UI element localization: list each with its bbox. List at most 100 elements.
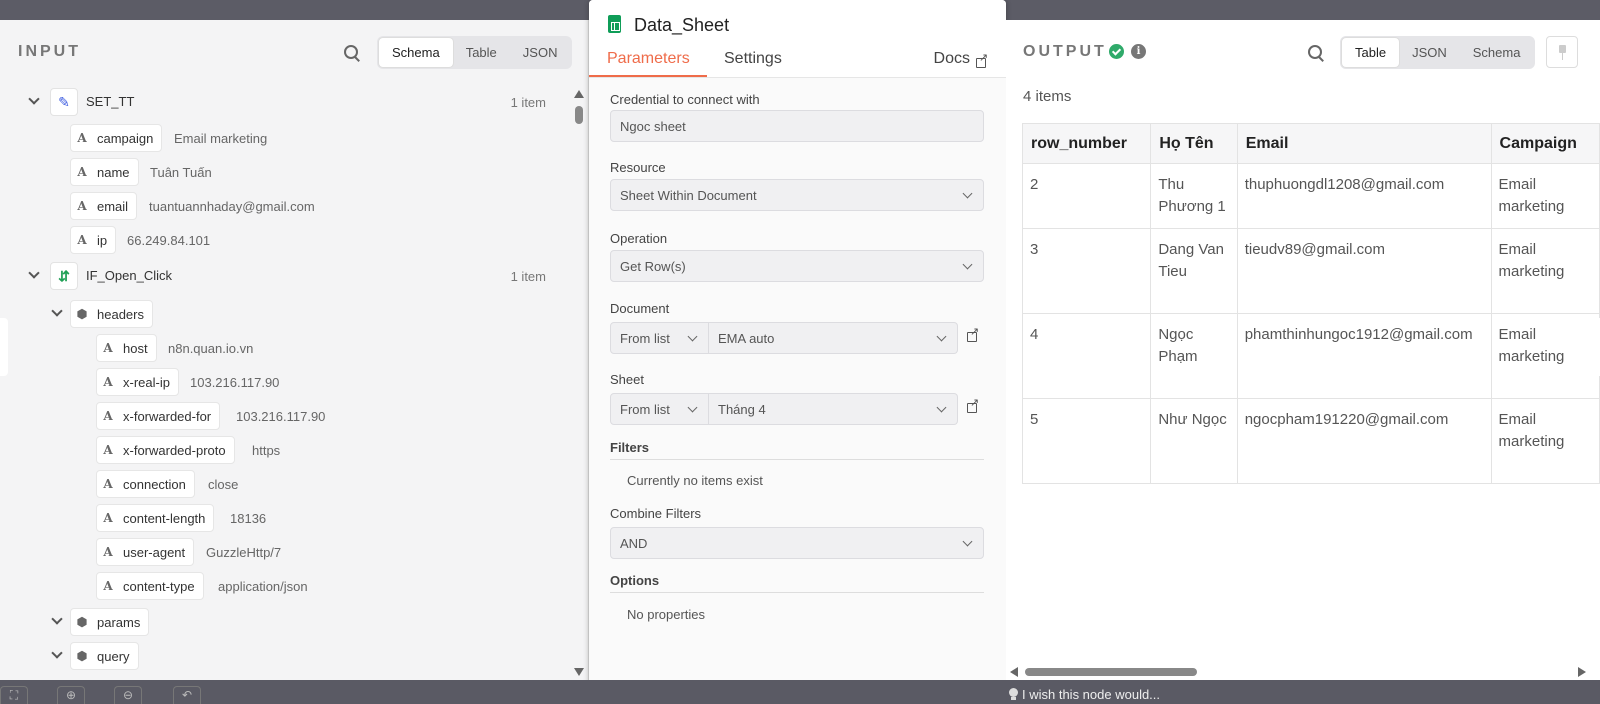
scroll-left-arrow-icon[interactable] <box>1010 667 1018 677</box>
field-key-chip[interactable]: ⬢ params <box>70 608 150 636</box>
field-key-chip[interactable]: Acampaign <box>70 124 163 152</box>
output-horizontal-scrollbar[interactable] <box>1010 666 1586 678</box>
tree-group-params[interactable]: ⬢ params <box>0 608 566 636</box>
node-title[interactable]: Data_Sheet <box>634 15 729 36</box>
tree-group-query[interactable]: ⬢ query <box>0 642 566 670</box>
sheet-value: Tháng 4 <box>718 402 766 417</box>
output-view-json[interactable]: JSON <box>1399 38 1460 67</box>
table-cell[interactable]: Email marketing <box>1490 313 1600 399</box>
table-cell[interactable]: Email marketing <box>1490 163 1600 229</box>
column-header[interactable]: row_number <box>1021 123 1152 164</box>
table-cell[interactable]: 4 <box>1021 313 1152 399</box>
table-cell[interactable]: ngocpham191220@gmail.com <box>1236 398 1492 484</box>
document-select[interactable]: EMA auto <box>709 322 958 354</box>
combine-filters-select[interactable]: AND <box>610 527 984 559</box>
scroll-down-arrow-icon[interactable] <box>574 668 584 676</box>
divider <box>610 459 984 460</box>
table-cell[interactable]: Email marketing <box>1490 228 1600 314</box>
operation-select[interactable]: Get Row(s) <box>610 250 984 282</box>
sheet-select[interactable]: Tháng 4 <box>709 393 958 425</box>
table-cell[interactable]: 3 <box>1021 228 1152 314</box>
fit-view-icon[interactable]: ⛶ <box>0 686 28 704</box>
field-key-chip[interactable]: ⬢ headers <box>70 300 153 328</box>
column-header[interactable]: Email <box>1236 123 1492 164</box>
input-drag-handle[interactable] <box>0 318 8 376</box>
field-key: x-forwarded-proto <box>123 442 226 458</box>
output-drag-handle[interactable] <box>1592 318 1600 376</box>
field-key-chip[interactable]: Auser-agent <box>96 538 195 566</box>
table-cell[interactable]: Email marketing <box>1490 398 1600 484</box>
table-cell[interactable]: phamthinhungoc1912@gmail.com <box>1236 313 1492 399</box>
tree-node-set-tt[interactable]: ✎ SET_TT 1 item <box>0 88 566 116</box>
scrollbar-thumb[interactable] <box>1025 668 1197 676</box>
open-document-external-icon[interactable] <box>967 325 979 342</box>
zoom-out-icon[interactable]: ⊖ <box>114 686 142 704</box>
field-key-chip[interactable]: Ax-forwarded-proto <box>96 436 235 464</box>
tab-parameters[interactable]: Parameters <box>607 50 690 68</box>
table-cell[interactable]: Dang Van Tieu <box>1150 228 1238 314</box>
field-key-chip[interactable]: Aconnection <box>96 470 195 498</box>
search-icon[interactable] <box>343 44 361 62</box>
field-key-chip[interactable]: Ax-forwarded-for <box>96 402 221 430</box>
scroll-right-arrow-icon[interactable] <box>1578 667 1586 677</box>
column-header[interactable]: Họ Tên <box>1150 123 1238 164</box>
document-picker: From list EMA auto <box>610 322 958 354</box>
resource-select[interactable]: Sheet Within Document <box>610 179 984 211</box>
group-key: params <box>97 614 141 630</box>
chevron-down-icon[interactable] <box>51 615 63 627</box>
table-cell[interactable]: tieudv89@gmail.com <box>1236 228 1492 314</box>
scrollbar-thumb[interactable] <box>575 106 583 124</box>
search-icon[interactable] <box>1307 44 1325 62</box>
feedback-link[interactable]: I wish this node would... <box>1022 687 1160 702</box>
credential-label: Credential to connect with <box>610 92 760 107</box>
pin-data-button[interactable] <box>1546 36 1578 68</box>
string-type-icon: A <box>103 375 113 389</box>
input-vertical-scrollbar[interactable] <box>574 90 584 676</box>
field-key-chip[interactable]: Acontent-type <box>96 572 204 600</box>
undo-icon[interactable]: ↶ <box>173 686 201 704</box>
table-cell[interactable]: Ngọc Phạm <box>1150 313 1238 399</box>
info-icon[interactable]: i <box>1131 44 1146 59</box>
parameters-form: Credential to connect with Ngoc sheet Re… <box>589 78 1006 704</box>
zoom-in-icon[interactable]: ⊕ <box>57 686 85 704</box>
external-link-icon[interactable] <box>976 51 988 68</box>
table-cell[interactable]: thuphuongdl1208@gmail.com <box>1236 163 1492 229</box>
schema-field: Acampaign Email marketing <box>0 124 566 152</box>
table-cell[interactable]: Thu Phương 1 <box>1150 163 1238 229</box>
field-key-chip[interactable]: ⬢ query <box>70 642 139 670</box>
tab-settings[interactable]: Settings <box>724 50 782 68</box>
field-key-chip[interactable]: Aname <box>70 158 139 186</box>
input-view-json[interactable]: JSON <box>510 38 571 67</box>
input-view-schema[interactable]: Schema <box>379 38 453 67</box>
field-key-chip[interactable]: Ahost <box>96 334 157 362</box>
items-count: 4 items <box>1023 88 1072 105</box>
output-view-schema[interactable]: Schema <box>1460 38 1534 67</box>
column-header[interactable]: Campaign <box>1490 123 1600 164</box>
open-sheet-external-icon[interactable] <box>967 396 979 413</box>
output-title: OUTPUT <box>1023 43 1107 60</box>
field-key-chip[interactable]: Aemail <box>70 192 138 220</box>
chevron-down-icon <box>962 188 973 199</box>
field-key-chip[interactable]: Ax-real-ip <box>96 368 179 396</box>
table-cell[interactable]: Như Ngọc <box>1150 398 1238 484</box>
field-key-chip[interactable]: Acontent-length <box>96 504 215 532</box>
sheet-mode-select[interactable]: From list <box>610 393 709 425</box>
tree-node-if-open-click[interactable]: ⇵ IF_Open_Click 1 item <box>0 262 566 290</box>
output-view-table[interactable]: Table <box>1342 38 1400 67</box>
table-cell[interactable]: 2 <box>1021 163 1152 229</box>
table-cell[interactable]: 5 <box>1021 398 1152 484</box>
scroll-up-arrow-icon[interactable] <box>574 90 584 98</box>
docs-link[interactable]: Docs <box>934 50 970 68</box>
document-mode-select[interactable]: From list <box>610 322 709 354</box>
filters-empty-text: Currently no items exist <box>627 473 763 488</box>
field-key-chip[interactable]: Aip <box>70 226 117 254</box>
chevron-down-icon[interactable] <box>28 269 40 281</box>
chevron-down-icon[interactable] <box>51 307 63 319</box>
sheet-label: Sheet <box>610 372 644 387</box>
chevron-down-icon[interactable] <box>28 95 40 107</box>
credential-select[interactable]: Ngoc sheet <box>610 110 984 142</box>
tree-group-headers[interactable]: ⬢ headers <box>0 300 566 328</box>
table-row: 3 Dang Van Tieu tieudv89@gmail.com Email… <box>1021 228 1600 314</box>
chevron-down-icon[interactable] <box>51 649 63 661</box>
input-view-table[interactable]: Table <box>453 38 510 67</box>
